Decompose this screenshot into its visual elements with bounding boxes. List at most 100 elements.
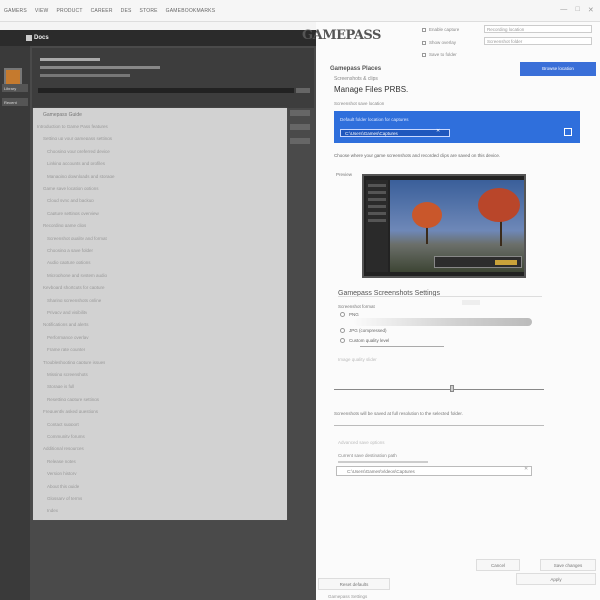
browse-location-button[interactable]: Browse location — [520, 62, 596, 76]
document-line: Microphone and system audio — [47, 272, 108, 277]
clear-icon[interactable]: ✕ — [524, 466, 528, 472]
game-screenshot-preview — [362, 174, 526, 278]
folder-icon[interactable] — [564, 128, 572, 136]
radio-jpg[interactable]: JPG (compressed) — [340, 328, 387, 333]
option-enable-capture[interactable]: Enable capture — [422, 27, 459, 32]
description-text: Choose where your game screenshots and r… — [334, 153, 501, 158]
header-text-line — [40, 58, 100, 61]
dark-app-title: Docs — [34, 35, 49, 41]
preview-label: Preview — [336, 172, 353, 177]
option-show-overlay[interactable]: Show overlay — [422, 40, 456, 45]
section-title: Gamepass Places — [330, 66, 382, 72]
advanced-options-label: Advanced save options — [338, 440, 385, 445]
document-line: Introduction to Game Pass features — [37, 124, 108, 128]
preview-menu-item — [368, 212, 386, 215]
dark-sidebar: Library Recent — [0, 46, 30, 600]
hud-button — [495, 260, 517, 265]
document-line: Release notes — [47, 458, 76, 463]
document-line: Contact support — [47, 421, 79, 426]
section-subtitle: Screenshots & clips — [334, 76, 378, 82]
radio-png[interactable]: PNG — [340, 312, 359, 317]
menu-item[interactable]: DES — [121, 8, 132, 14]
document-line: Privacy and visibility — [47, 310, 88, 314]
quality-slider-label: Image quality slider — [338, 357, 377, 362]
document-line: Recording game clips — [43, 223, 87, 228]
radio-label: JPG (compressed) — [349, 328, 387, 333]
document-line: Community forums — [47, 434, 85, 438]
document-line: Choosing a save folder — [47, 248, 94, 252]
range-handle[interactable] — [449, 385, 454, 392]
menu-item[interactable]: GAMERS — [4, 8, 27, 14]
document-line: Missing screenshots — [47, 372, 88, 376]
maximize-icon[interactable]: □ — [575, 6, 579, 14]
document-line: Linking accounts and profiles — [47, 161, 106, 166]
document-line: Performance overlay — [47, 334, 89, 339]
dark-header-panel — [32, 48, 314, 108]
settings-panel — [316, 22, 600, 600]
document-line: Troubleshooting capture issues — [43, 359, 106, 364]
save-location-panel: Default folder location for captures C:\… — [334, 111, 580, 143]
menu-item[interactable]: PRODUCT — [56, 8, 82, 14]
right-column-item[interactable] — [290, 124, 310, 130]
header-button[interactable] — [296, 88, 310, 93]
close-icon[interactable]: ✕ — [588, 6, 594, 14]
radio-button[interactable] — [340, 328, 345, 333]
radio-button[interactable] — [340, 338, 345, 343]
menu-item[interactable]: GAMEBOOKMARKS — [166, 8, 216, 14]
radio-button[interactable] — [340, 312, 345, 317]
document-line: Glossary of terms — [47, 496, 83, 500]
document-panel: Gamepass Guide Introduction to Game Pass… — [33, 108, 287, 520]
document-line: Game save location options — [43, 186, 99, 190]
divider — [334, 425, 544, 426]
address-bar[interactable] — [38, 88, 294, 93]
clear-icon[interactable]: ✕ — [436, 128, 440, 134]
sidebar-item-recent[interactable]: Recent — [2, 98, 28, 106]
checkbox[interactable] — [422, 40, 426, 45]
option-label: Enable capture — [429, 27, 460, 32]
checkbox[interactable] — [422, 52, 426, 57]
document-line: Cloud sync and backup — [47, 198, 94, 203]
document-line: Version history — [47, 471, 77, 476]
save-destination-label: Current save destination path — [338, 453, 397, 458]
option-label: Show overlay — [429, 40, 457, 45]
document-line: Frequently asked questions — [43, 409, 99, 414]
reset-defaults-button[interactable]: Reset defaults — [318, 578, 390, 590]
menu-item[interactable]: CAREER — [91, 8, 113, 14]
section-heading: Manage Files PRBS. — [334, 85, 409, 94]
menu-item[interactable]: STORE — [140, 8, 158, 14]
progress-bar — [338, 461, 428, 463]
quality-slider[interactable] — [354, 318, 532, 326]
recording-location-input[interactable]: Recording location — [484, 25, 592, 33]
info-text: Screenshots will be saved at full resolu… — [334, 411, 463, 416]
save-changes-button[interactable]: Save changes — [540, 559, 596, 571]
save-location-field[interactable]: C:\Users\Games\Captures — [340, 129, 450, 137]
screenshot-folder-input[interactable]: Screenshot folder — [484, 37, 592, 45]
right-column-item[interactable] — [290, 138, 310, 144]
right-column-item[interactable] — [290, 110, 310, 116]
document-line: Resetting capture settings — [47, 396, 100, 401]
document-title: Gamepass Guide — [43, 112, 82, 118]
apply-button[interactable]: Apply — [516, 573, 596, 585]
preview-menu-item — [368, 191, 386, 194]
checkbox[interactable] — [422, 27, 426, 32]
document-line: Sharing screenshots online — [47, 297, 102, 302]
minimize-icon[interactable]: — — [560, 6, 567, 14]
preview-menu-item — [368, 205, 386, 208]
range-track[interactable] — [334, 389, 544, 390]
badge — [462, 300, 480, 305]
radio-custom[interactable]: Custom quality level — [340, 338, 389, 343]
radio-label: Custom quality level — [349, 338, 390, 343]
sidebar-item-library[interactable]: Library — [2, 84, 28, 92]
option-label: Save to folder — [429, 52, 457, 57]
document-line: Keyboard shortcuts for capture — [43, 285, 105, 290]
header-text-line — [40, 74, 130, 77]
autumn-tree — [478, 188, 520, 222]
cancel-button[interactable]: Cancel — [476, 559, 520, 571]
document-line: Choosing your preferred device — [47, 148, 110, 153]
menu-item[interactable]: VIEW — [35, 8, 49, 14]
save-path-input[interactable]: C:\Users\Games\Videos\Captures — [336, 466, 532, 476]
autumn-tree — [412, 202, 442, 228]
document-line: Index — [47, 508, 59, 513]
divider — [338, 296, 542, 297]
option-save-folder[interactable]: Save to folder — [422, 52, 457, 57]
